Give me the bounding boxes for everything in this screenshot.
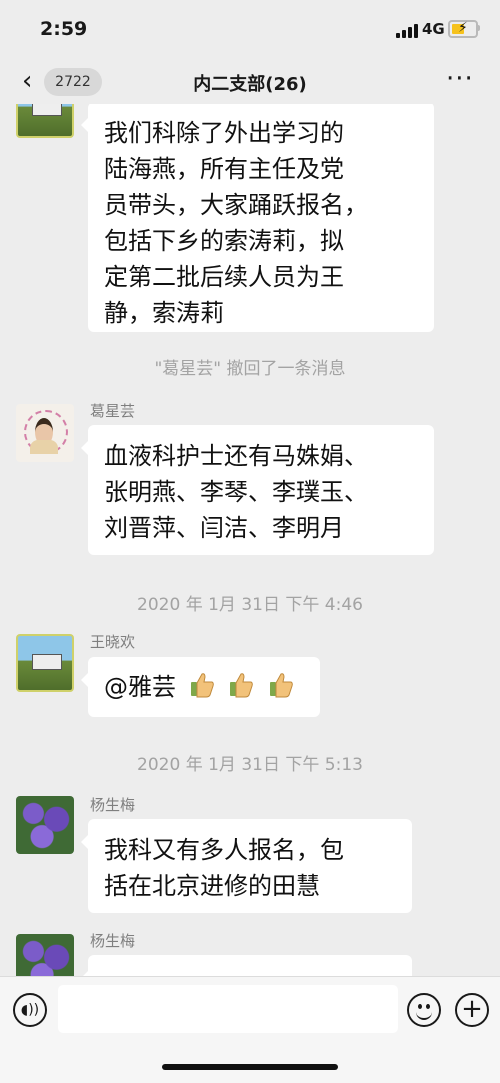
avatar[interactable]	[16, 104, 74, 138]
avatar[interactable]	[16, 634, 74, 692]
message-line: 张明燕、李琴、李璞玉、	[104, 478, 368, 506]
plus-icon[interactable]: +	[455, 993, 489, 1027]
message-bubble[interactable]: 血液科护士还有马姝娟、 张明燕、李琴、李璞玉、 刘晋萍、闫洁、李明月	[81, 425, 434, 555]
chat-title: 内二支部(26)	[193, 74, 307, 95]
message-line: 员带头，大家踊跃报名，	[104, 191, 368, 219]
message-line: 静，索涛莉	[104, 299, 224, 327]
message-line: 我们科除了外出学习的	[104, 119, 344, 147]
message-bubble[interactable]	[81, 955, 412, 976]
unread-count-badge[interactable]: 2722	[44, 68, 102, 96]
message-line: 括在北京进修的田慧	[104, 872, 320, 900]
sender-name: 葛星芸	[90, 402, 136, 420]
message-line: 我科又有多人报名，包	[104, 836, 344, 864]
status-bar: 2:59 4G ⚡	[0, 0, 500, 60]
avatar[interactable]	[16, 934, 74, 976]
more-options-icon[interactable]: ···	[446, 64, 474, 94]
voice-icon[interactable]: ◖))	[13, 993, 47, 1027]
message-line: 包括下乡的索涛莉，拟	[104, 227, 344, 255]
avatar[interactable]	[16, 796, 74, 854]
battery-icon: ⚡	[448, 20, 478, 38]
message-bubble[interactable]: 我科又有多人报名，包 括在北京进修的田慧	[81, 819, 412, 913]
chat-header: ‹ 2722 内二支部(26) ···	[0, 60, 500, 104]
message-line: 血液科护士还有马姝娟、	[104, 442, 368, 470]
thumbs-up-icon	[230, 673, 254, 698]
message-bubble[interactable]: @雅芸	[81, 657, 320, 717]
back-icon[interactable]: ‹	[22, 66, 32, 96]
message-line: 陆海燕，所有主任及党	[104, 155, 344, 183]
avatar[interactable]	[16, 404, 74, 462]
recall-notice: "葛星芸" 撤回了一条消息	[154, 359, 346, 379]
emoji-icon[interactable]	[407, 993, 441, 1027]
message-line: 刘晋萍、闫洁、李明月	[104, 514, 344, 542]
message-bubble[interactable]: 我们科除了外出学习的 陆海燕，所有主任及党 员带头，大家踊跃报名， 包括下乡的索…	[81, 104, 434, 332]
battery-cap	[477, 25, 480, 31]
home-indicator	[162, 1064, 338, 1070]
thumbs-up-icon	[269, 673, 293, 698]
sender-name: 杨生梅	[90, 796, 136, 814]
signal-icon	[396, 24, 418, 38]
timestamp: 2020 年 1月 31日 下午 4:46	[137, 595, 363, 615]
sender-name: 王晓欢	[90, 633, 136, 651]
network-type: 4G	[422, 20, 445, 38]
message-input[interactable]	[58, 985, 398, 1033]
message-list[interactable]: 我们科除了外出学习的 陆海燕，所有主任及党 员带头，大家踊跃报名， 包括下乡的索…	[0, 104, 500, 976]
timestamp: 2020 年 1月 31日 下午 5:13	[137, 755, 363, 775]
thumbs-up-icon	[190, 673, 214, 698]
message-line: 定第二批后续人员为王	[104, 263, 344, 291]
sender-name: 杨生梅	[90, 932, 136, 950]
status-time: 2:59	[40, 18, 88, 40]
message-text: @雅芸	[104, 673, 176, 701]
